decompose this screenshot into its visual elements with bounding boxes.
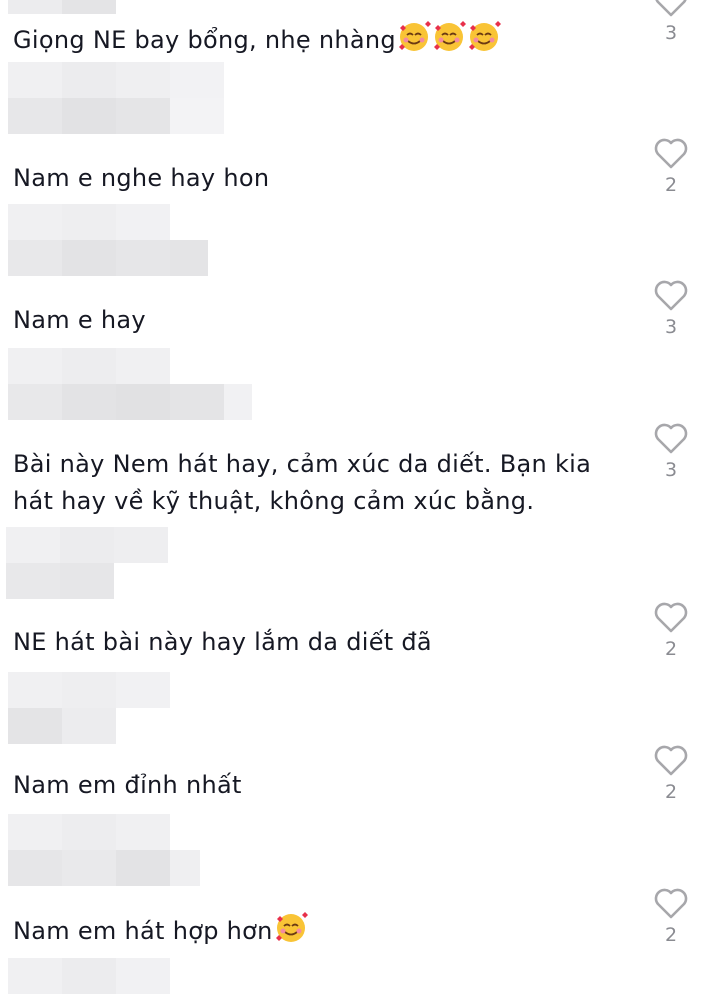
like-button[interactable]: 3	[650, 278, 692, 338]
like-button[interactable]: 3	[650, 0, 692, 44]
heart-outline-icon	[654, 423, 688, 454]
comment-text-content: Nam em đỉnh nhất	[13, 771, 242, 799]
smiling-face-with-hearts-icon	[468, 21, 501, 51]
comment-text-content: Nam e hay	[13, 306, 146, 334]
like-count: 2	[664, 781, 678, 803]
blurred-username	[8, 204, 208, 276]
blurred-username	[6, 527, 168, 599]
like-button[interactable]: 3	[650, 421, 692, 481]
comment-text-content: NE hát bài này hay lắm da diết đã	[13, 628, 432, 656]
comment-text: Nam e nghe hay hon	[13, 160, 269, 196]
heart-outline-icon	[654, 280, 688, 311]
smiling-face-with-hearts-icon	[433, 21, 466, 51]
heart-outline-icon	[654, 138, 688, 169]
blurred-username	[8, 62, 224, 134]
smiling-face-with-hearts-icon	[275, 912, 308, 942]
comment-text-content: Nam em hát hợp hơn	[13, 917, 273, 945]
like-count: 2	[664, 174, 678, 196]
heart-outline-icon	[655, 0, 687, 17]
like-button[interactable]: 2	[650, 886, 692, 946]
heart-outline-icon	[654, 888, 688, 919]
smiling-face-with-hearts-icon	[398, 21, 431, 51]
blurred-username	[8, 958, 170, 994]
comment-text-content: Giọng NE bay bổng, nhẹ nhàng	[13, 26, 396, 54]
comment-text: Nam em hát hợp hơn	[13, 911, 308, 949]
like-button[interactable]: 2	[650, 600, 692, 660]
comment-text: Nam e hay	[13, 302, 146, 338]
comment-text: NE hát bài này hay lắm da diết đã	[13, 624, 432, 660]
blurred-username	[8, 0, 116, 14]
like-count: 3	[664, 22, 678, 44]
like-button[interactable]: 2	[650, 743, 692, 803]
comment-text: Giọng NE bay bổng, nhẹ nhàng	[13, 20, 501, 58]
like-count: 3	[664, 459, 678, 481]
comment-text-line: hát hay về kỹ thuật, không cảm xúc bằng.	[13, 487, 535, 515]
comment-text-content: Nam e nghe hay hon	[13, 164, 270, 192]
comment-text: Bài này Nem hát hay, cảm xúc da diết. Bạ…	[13, 446, 591, 520]
blurred-username	[8, 672, 170, 744]
like-count: 2	[664, 638, 678, 660]
like-count: 3	[664, 316, 678, 338]
comment-text: Nam em đỉnh nhất	[13, 767, 242, 803]
blurred-username	[8, 348, 252, 420]
like-button[interactable]: 2	[650, 136, 692, 196]
like-count: 2	[664, 924, 678, 946]
blurred-username	[8, 814, 200, 886]
heart-outline-icon	[654, 602, 688, 633]
comment-text-line: Bài này Nem hát hay, cảm xúc da diết. Bạ…	[13, 450, 592, 478]
heart-outline-icon	[654, 745, 688, 776]
